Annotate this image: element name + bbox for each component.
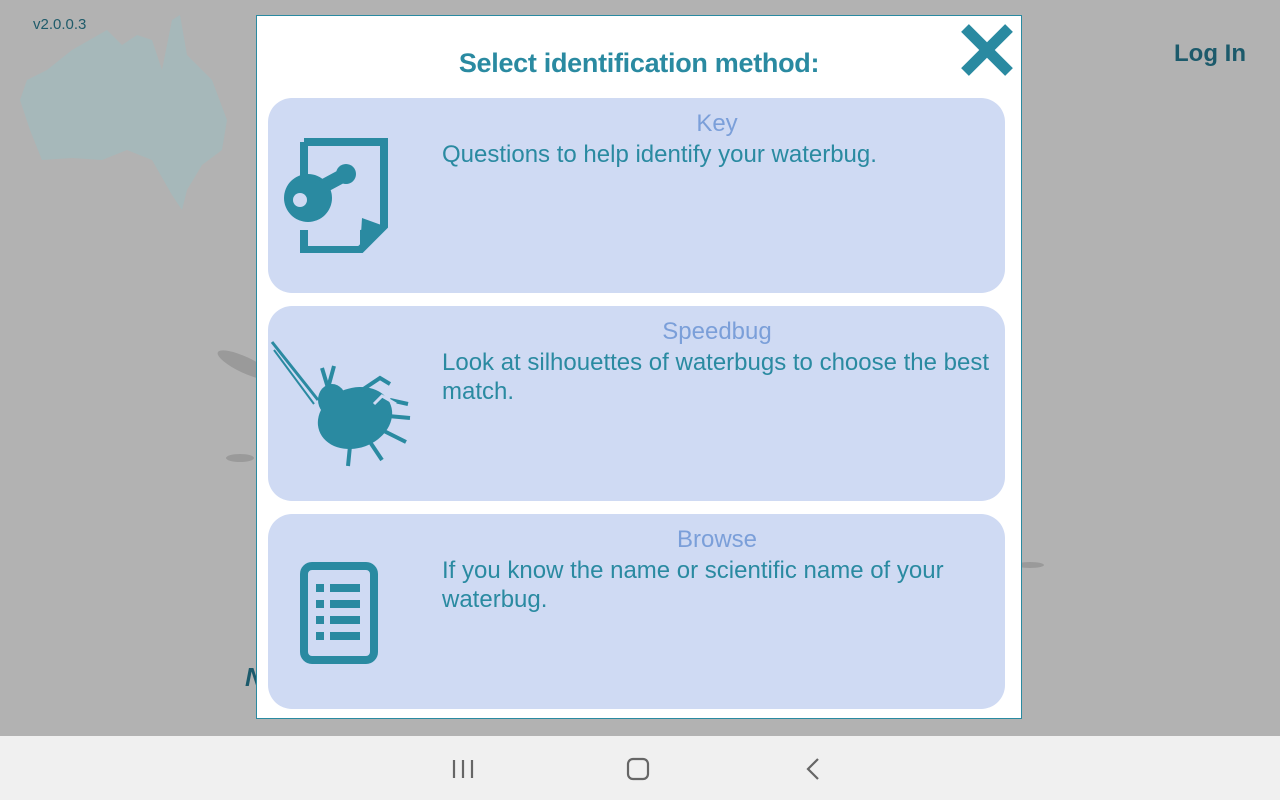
identification-method-dialog: Select identification method: Key Questi…: [256, 15, 1022, 719]
option-title: Browse: [676, 526, 758, 553]
system-navigation-bar: [0, 736, 1280, 800]
recent-apps-icon[interactable]: [445, 754, 481, 784]
option-title: Key: [696, 110, 738, 137]
option-description: Look at silhouettes of waterbugs to choo…: [442, 349, 990, 405]
option-title: Speedbug: [662, 318, 772, 345]
option-description: If you know the name or scientific name …: [442, 557, 944, 613]
waterbug-silhouette-icon: [270, 341, 411, 467]
version-label: v2.0.0.3: [33, 16, 87, 33]
close-icon[interactable]: [957, 20, 1017, 80]
option-speedbug[interactable]: Speedbug Look at silhouettes of waterbug…: [268, 306, 1005, 501]
option-key[interactable]: Key Questions to help identify your wate…: [268, 98, 1005, 293]
list-document-icon: [300, 562, 378, 664]
dialog-title: Select identification method:: [458, 48, 820, 78]
home-icon[interactable]: [620, 754, 656, 784]
option-browse[interactable]: Browse If you know the name or scientifi…: [268, 514, 1005, 709]
login-button[interactable]: Log In: [1174, 40, 1246, 68]
key-document-icon: [284, 138, 388, 253]
option-description: Questions to help identify your waterbug…: [442, 141, 877, 168]
back-icon[interactable]: [796, 754, 832, 784]
